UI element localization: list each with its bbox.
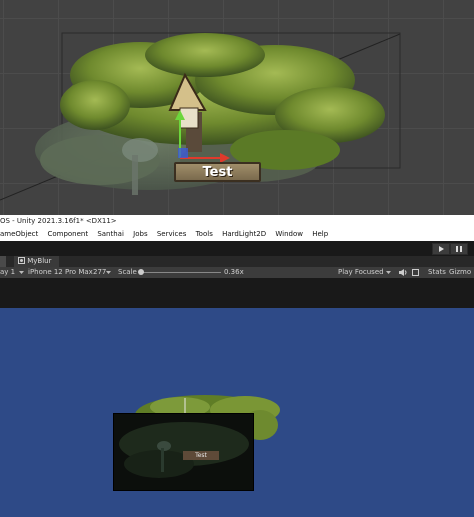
game-nameplate: Test — [183, 451, 219, 460]
